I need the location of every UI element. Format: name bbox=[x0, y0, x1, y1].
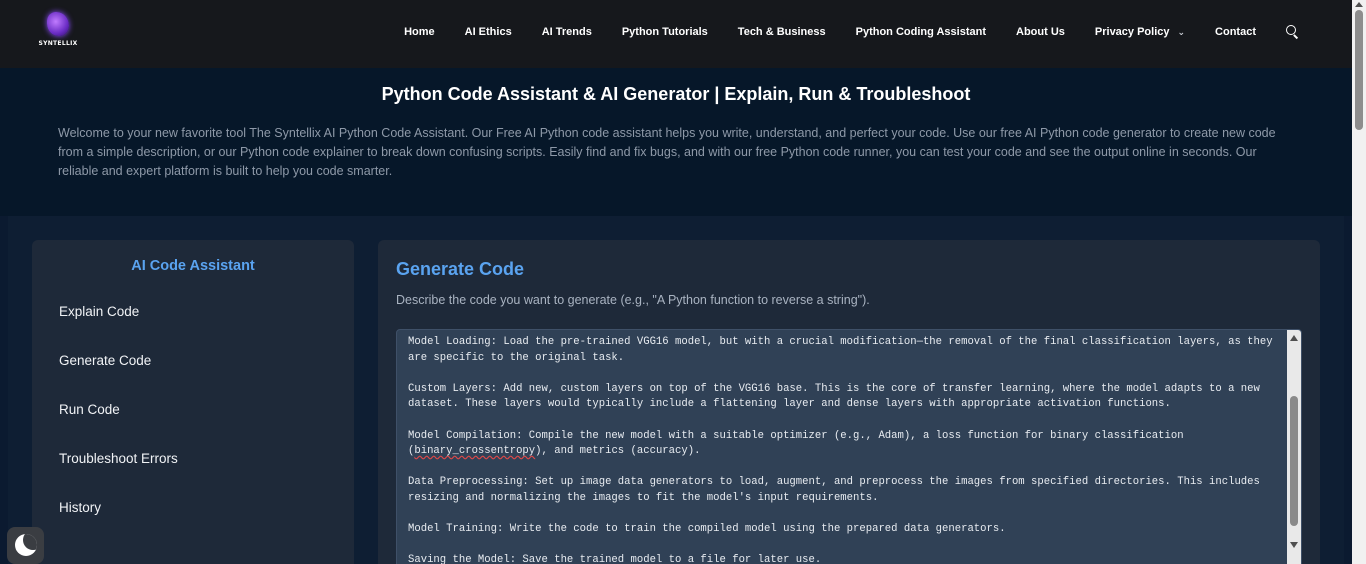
nav-about-us[interactable]: About Us bbox=[1016, 26, 1065, 38]
nav-home[interactable]: Home bbox=[404, 26, 435, 38]
prompt-para-compilation-end: ), and metrics (accuracy). bbox=[535, 445, 701, 458]
nav-tech-business[interactable]: Tech & Business bbox=[738, 26, 826, 38]
hero-section: Python Code Assistant & AI Generator | E… bbox=[0, 68, 1352, 216]
nav-python-coding-assistant[interactable]: Python Coding Assistant bbox=[856, 26, 986, 38]
prompt-para-preprocessing: Data Preprocessing: Set up image data ge… bbox=[408, 476, 1267, 504]
sidebar-item-explain-code[interactable]: Explain Code bbox=[59, 304, 139, 319]
prompt-para-model-loading: Model Loading: Load the pre-trained VGG1… bbox=[408, 336, 1279, 364]
prompt-textarea[interactable]: Model Loading: Load the pre-trained VGG1… bbox=[396, 329, 1302, 564]
nav-ai-ethics[interactable]: AI Ethics bbox=[465, 26, 512, 38]
sidebar-item-generate-code[interactable]: Generate Code bbox=[59, 353, 151, 368]
nav-contact[interactable]: Contact bbox=[1215, 26, 1256, 38]
sidebar-item-troubleshoot-errors[interactable]: Troubleshoot Errors bbox=[59, 451, 178, 466]
prompt-para-custom-layers: Custom Layers: Add new, custom layers on… bbox=[408, 382, 1267, 411]
dark-mode-toggle[interactable] bbox=[7, 527, 44, 564]
prompt-para-saving: Saving the Model: Save the trained model… bbox=[408, 554, 822, 564]
nav-python-tutorials[interactable]: Python Tutorials bbox=[622, 26, 708, 38]
scroll-down-icon[interactable] bbox=[1290, 542, 1298, 548]
main-nav: Home AI Ethics AI Trends Python Tutorial… bbox=[404, 0, 1300, 64]
scroll-up-icon[interactable] bbox=[1290, 335, 1298, 341]
nav-ai-trends[interactable]: AI Trends bbox=[542, 26, 592, 38]
nav-privacy-policy[interactable]: Privacy Policy ⌄ bbox=[1095, 26, 1185, 38]
panel-heading: Generate Code bbox=[396, 259, 525, 279]
intro-text: Welcome to your new favorite tool The Sy… bbox=[58, 126, 1276, 178]
page-scroll-up-icon[interactable] bbox=[1355, 2, 1363, 7]
prompt-text: Model Loading: Load the pre-trained VGG1… bbox=[408, 335, 1274, 564]
sidebar-item-history[interactable]: History bbox=[59, 500, 101, 515]
assistant-sidebar: AI Code Assistant Explain Code Generate … bbox=[32, 240, 354, 564]
search-icon[interactable] bbox=[1286, 25, 1300, 39]
panel-description: Describe the code you want to generate (… bbox=[396, 293, 870, 307]
site-logo[interactable]: SYNTELLIX bbox=[36, 12, 80, 52]
textarea-scrollbar[interactable] bbox=[1287, 330, 1301, 564]
moon-icon bbox=[15, 534, 37, 556]
page-scroll-thumb[interactable] bbox=[1355, 10, 1363, 130]
spellcheck-word: binary_crossentropy bbox=[414, 445, 536, 458]
site-header: SYNTELLIX Home AI Ethics AI Trends Pytho… bbox=[0, 0, 1352, 68]
nav-privacy-policy-label: Privacy Policy bbox=[1094, 26, 1170, 38]
page-title: Python Code Assistant & AI Generator | E… bbox=[381, 84, 971, 104]
sidebar-title: AI Code Assistant bbox=[131, 258, 255, 274]
page-scrollbar[interactable] bbox=[1352, 0, 1366, 564]
brain-logo-icon bbox=[47, 12, 69, 36]
tool-area: AI Code Assistant Explain Code Generate … bbox=[8, 216, 1344, 564]
brand-name: SYNTELLIX bbox=[38, 40, 78, 47]
prompt-para-training: Model Training: Write the code to train … bbox=[408, 523, 1006, 536]
generate-code-panel: Generate Code Describe the code you want… bbox=[378, 240, 1320, 564]
sidebar-item-run-code[interactable]: Run Code bbox=[59, 402, 120, 417]
textarea-scroll-thumb[interactable] bbox=[1290, 396, 1298, 526]
chevron-down-icon: ⌄ bbox=[1177, 26, 1186, 37]
